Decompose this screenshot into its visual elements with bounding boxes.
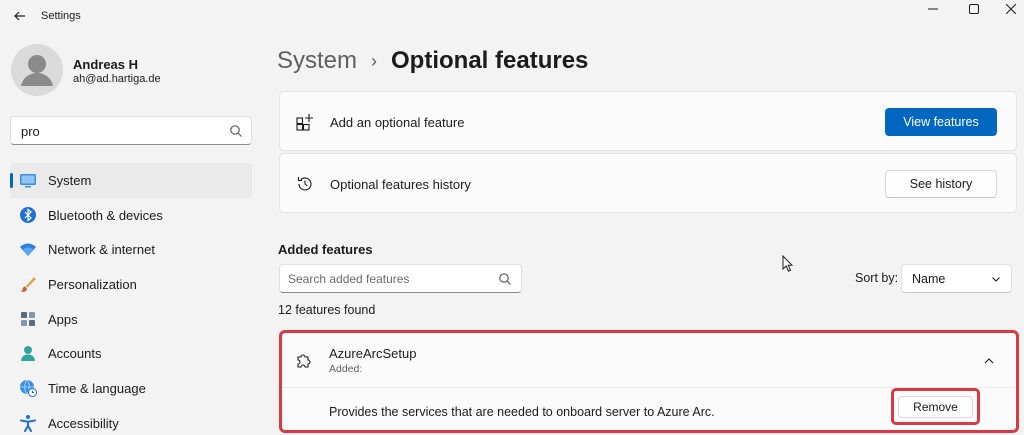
sidebar-item-bluetooth[interactable]: Bluetooth & devices	[10, 198, 252, 233]
sidebar-nav: System Bluetooth & devices Network & int…	[10, 163, 252, 435]
maximize-icon	[969, 4, 979, 14]
sort-value: Name	[912, 272, 946, 286]
puzzle-icon	[297, 354, 311, 368]
mouse-cursor-icon	[782, 255, 794, 272]
arrow-left-icon	[14, 11, 25, 21]
sidebar-item-apps[interactable]: Apps	[10, 302, 252, 337]
accessibility-icon	[19, 414, 37, 432]
remove-button[interactable]: Remove	[898, 396, 973, 418]
sidebar-item-label: System	[48, 173, 92, 188]
history-card[interactable]: Optional features history See history	[279, 153, 1017, 213]
sidebar-item-accounts[interactable]: Accounts	[10, 336, 252, 371]
back-button[interactable]	[8, 4, 32, 28]
breadcrumb: System › Optional features	[277, 44, 588, 78]
sidebar-item-label: Time & language	[48, 381, 146, 397]
globe-clock-icon	[19, 379, 37, 398]
see-history-button[interactable]: See history	[885, 170, 997, 198]
person-icon	[21, 55, 53, 86]
app-title: Settings	[41, 10, 81, 22]
page-title: Optional features	[391, 47, 589, 74]
user-name: Andreas H	[73, 57, 139, 72]
bluetooth-icon	[19, 206, 37, 224]
sidebar-item-label: Accessibility	[48, 415, 119, 431]
person-icon	[19, 344, 37, 362]
search-icon[interactable]	[229, 124, 243, 138]
close-icon	[1006, 4, 1016, 14]
sidebar-item-accessibility[interactable]: Accessibility	[10, 406, 252, 435]
close-button[interactable]	[988, 0, 1024, 18]
minimize-button[interactable]	[910, 0, 956, 18]
user-email: ah@ad.hartiga.de	[73, 73, 161, 85]
sidebar-item-label: Personalization	[48, 277, 137, 293]
feature-added-label: Added:	[329, 363, 363, 375]
added-features-search[interactable]	[279, 264, 522, 293]
sidebar-item-label: Bluetooth & devices	[48, 207, 163, 223]
search-icon[interactable]	[498, 272, 512, 286]
wifi-icon	[19, 240, 37, 258]
sidebar-item-label: Accounts	[48, 346, 102, 362]
chevron-down-icon	[992, 277, 1000, 282]
apps-icon	[19, 310, 37, 328]
system-icon	[19, 171, 37, 189]
add-feature-card: Add an optional feature View features	[279, 91, 1017, 151]
settings-search-input[interactable]	[21, 122, 221, 140]
feature-description: Provides the services that are needed to…	[329, 405, 715, 419]
active-indicator	[10, 173, 13, 188]
sidebar-item-system[interactable]: System	[10, 163, 252, 198]
settings-search[interactable]	[10, 116, 252, 145]
add-feature-label: Add an optional feature	[330, 115, 465, 130]
breadcrumb-separator: ›	[371, 50, 378, 71]
avatar[interactable]	[11, 44, 63, 96]
sidebar-item-time-language[interactable]: Time & language	[10, 371, 252, 406]
sidebar-item-label: Network & internet	[48, 242, 155, 258]
brush-icon	[19, 275, 37, 293]
feature-name: AzureArcSetup	[329, 346, 417, 361]
sidebar-item-personalization[interactable]: Personalization	[10, 267, 252, 302]
minimize-icon	[928, 8, 938, 10]
feature-header[interactable]: AzureArcSetup Added:	[282, 333, 1016, 388]
sort-label: Sort by:	[855, 271, 899, 285]
breadcrumb-parent[interactable]: System	[277, 47, 357, 75]
history-icon	[295, 174, 315, 194]
sidebar-item-network[interactable]: Network & internet	[10, 232, 252, 267]
title-bar: Settings	[0, 0, 1024, 32]
sidebar-item-label: Apps	[48, 311, 78, 327]
grid-plus-icon	[295, 112, 315, 132]
feature-card-azurearcsetup: AzureArcSetup Added: Provides the servic…	[279, 330, 1019, 433]
view-features-button[interactable]: View features	[885, 108, 997, 136]
added-features-heading: Added features	[278, 242, 373, 257]
chevron-up-icon[interactable]	[983, 355, 995, 367]
features-count: 12 features found	[278, 303, 376, 317]
history-label: Optional features history	[330, 177, 471, 192]
sort-dropdown[interactable]: Name	[901, 264, 1012, 293]
added-features-search-input[interactable]	[288, 271, 488, 287]
